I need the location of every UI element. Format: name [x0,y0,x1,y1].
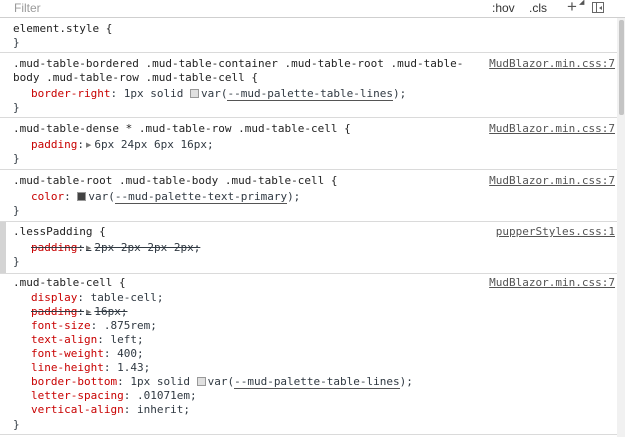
scrollbar-thumb[interactable] [619,20,624,115]
rule-divider [0,118,617,170]
rule-divider [0,222,617,274]
rule-divider [0,53,617,118]
rule-divider [0,274,617,435]
rule-divider [0,170,617,222]
rule-divider [0,0,617,53]
